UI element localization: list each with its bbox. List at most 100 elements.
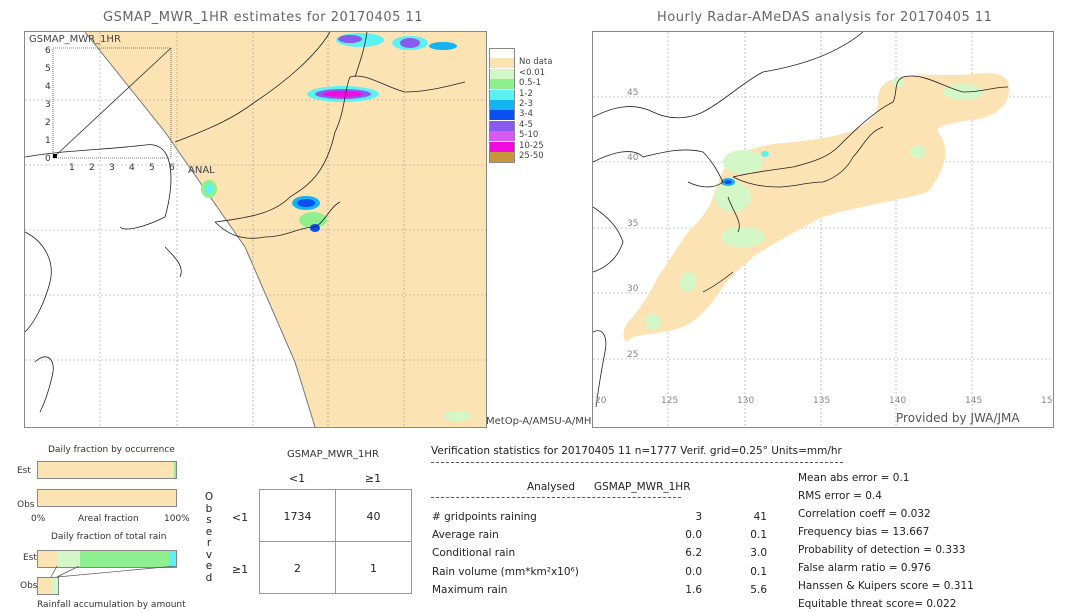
- legend-item: 4-5: [489, 119, 609, 131]
- lat-tick: 35: [627, 219, 639, 229]
- occurrence-title: Daily fraction by occurrence: [48, 445, 175, 455]
- total-rain-obs-label: Obs: [20, 581, 38, 591]
- inset-x-tick: 4: [129, 163, 135, 173]
- inset-x-tick: 3: [109, 163, 115, 173]
- inset-ylabel: GSMAP_MWR_1HR: [29, 34, 121, 45]
- legend-label: 4-5: [519, 119, 533, 130]
- total-rain-obs-segment: [52, 578, 58, 594]
- legend-label: 0.5-1: [519, 78, 541, 89]
- legend-label: 25-50: [519, 151, 544, 161]
- total-rain-obs-segment: [38, 578, 52, 594]
- total-rain-footer: Rainfall accumulation by amount: [37, 600, 186, 610]
- total-rain-obs-bar: [37, 577, 59, 595]
- left-map: GSMAP_MWR_1HR 6 5 4 3 2 1 0 1 2 3 4 5 6 …: [24, 31, 487, 428]
- total-rain-est-label: Est: [23, 553, 37, 563]
- observed-letter: O: [204, 491, 214, 503]
- legend-item: 2-3: [489, 99, 609, 110]
- score-line: Correlation coeff = 0.032: [798, 508, 931, 520]
- radar-rain-area: [724, 180, 732, 184]
- contingency-col-header: <1: [288, 472, 306, 485]
- col-model-header: GSMAP_MWR_1HR: [594, 481, 691, 493]
- legend-swatch: [489, 100, 515, 110]
- legend-item: No data: [489, 57, 609, 69]
- stat-model-value: 5.6: [750, 583, 767, 596]
- rain-area: [429, 42, 457, 50]
- stat-model-value: 41: [753, 511, 767, 523]
- score-line: Mean abs error = 0.1: [798, 472, 910, 484]
- lon-tick: 15: [1041, 396, 1053, 406]
- legend-swatch: [489, 58, 515, 69]
- stat-label: Average rain: [432, 529, 499, 542]
- contingency-cell: 2: [294, 562, 301, 575]
- legend-item: 10-25: [489, 141, 609, 152]
- stat-model-value: 0.1: [750, 565, 767, 578]
- legend-label: No data: [519, 57, 553, 68]
- total-rain-est-segment: [80, 551, 169, 567]
- occurrence-est-bar: [37, 461, 177, 479]
- observed-letter: r: [206, 537, 212, 549]
- score-line: False alarm ratio = 0.976: [798, 562, 931, 574]
- lat-tick: 40: [627, 153, 639, 163]
- legend-swatch: [489, 110, 515, 121]
- legend-swatch: [489, 79, 515, 90]
- score-line: Hanssen & Kuipers score = 0.311: [798, 580, 974, 592]
- stat-label: Maximum rain: [432, 583, 508, 596]
- inset-y-tick: 4: [45, 82, 51, 92]
- contingency-cell: 1734: [283, 510, 312, 523]
- legend-item: 25-50: [489, 151, 609, 163]
- inset-y-tick: 2: [45, 118, 51, 128]
- rain-area: [443, 411, 471, 421]
- rain-area: [338, 35, 362, 43]
- lat-tick: 25: [627, 350, 639, 360]
- lon-tick: 130: [737, 396, 755, 406]
- stat-analysed-value: 0.0: [685, 565, 702, 578]
- legend-item: 5-10: [489, 130, 609, 142]
- legend-item: 3-4: [489, 109, 609, 121]
- inset-x-tick: 5: [149, 163, 155, 173]
- table-divider: [431, 497, 681, 498]
- inset-xlabel: ANAL: [188, 165, 215, 176]
- rain-area: [297, 199, 315, 207]
- legend-swatch: [489, 48, 515, 59]
- total-rain-est-segment: [58, 551, 80, 567]
- stat-label: Rain volume (mm*km²x10⁶): [432, 565, 579, 578]
- legend-label: 5-10: [519, 130, 539, 141]
- legend-swatch: [489, 89, 515, 100]
- inset-y-tick: 0: [45, 154, 51, 164]
- occurrence-obs-label: Obs: [17, 500, 35, 510]
- lon-tick: 145: [965, 396, 983, 406]
- left-map-svg: [25, 32, 486, 427]
- score-line: Frequency bias = 13.667: [798, 526, 930, 538]
- legend-swatch: [489, 141, 515, 152]
- rain-area: [400, 38, 420, 48]
- contingency-cell: 1: [370, 562, 377, 575]
- stat-analysed-value: 0.0: [685, 529, 702, 542]
- stat-model-value: 0.1: [750, 529, 767, 542]
- legend-label: 1-2: [519, 88, 533, 99]
- legend-item: 0.5-1: [489, 78, 609, 90]
- inset-scatter-point: [53, 154, 57, 158]
- legend-item: <0.01: [489, 68, 609, 79]
- credit-label: Provided by JWA/JMA: [896, 411, 1020, 425]
- swath-area: [85, 32, 486, 427]
- inset-x-tick: 1: [69, 163, 75, 173]
- occurrence-est-rain-segment: [174, 462, 176, 478]
- observed-letter: s: [206, 514, 212, 526]
- right-map-title: Hourly Radar-AMeDAS analysis for 2017040…: [657, 10, 993, 25]
- observed-letter: e: [205, 560, 213, 572]
- inset-y-tick: 6: [45, 46, 51, 56]
- contingency-row-header: ≥1: [231, 563, 249, 576]
- lat-tick: 45: [627, 88, 639, 98]
- radar-rain-area: [761, 151, 769, 157]
- legend-item: 1-2: [489, 88, 609, 100]
- contingency-model-label: GSMAP_MWR_1HR: [287, 449, 379, 460]
- stat-analysed-value: 6.2: [685, 547, 702, 560]
- contingency-cell: 40: [366, 510, 381, 523]
- occurrence-axis-mid: Areal fraction: [78, 514, 139, 524]
- stat-analysed-value: 1.6: [685, 583, 702, 596]
- inset-y-tick: 3: [45, 100, 51, 110]
- observed-letter: d: [205, 571, 213, 584]
- lon-tick: 20: [595, 396, 607, 406]
- right-map-svg: [593, 32, 1053, 427]
- lon-tick: 140: [889, 396, 907, 406]
